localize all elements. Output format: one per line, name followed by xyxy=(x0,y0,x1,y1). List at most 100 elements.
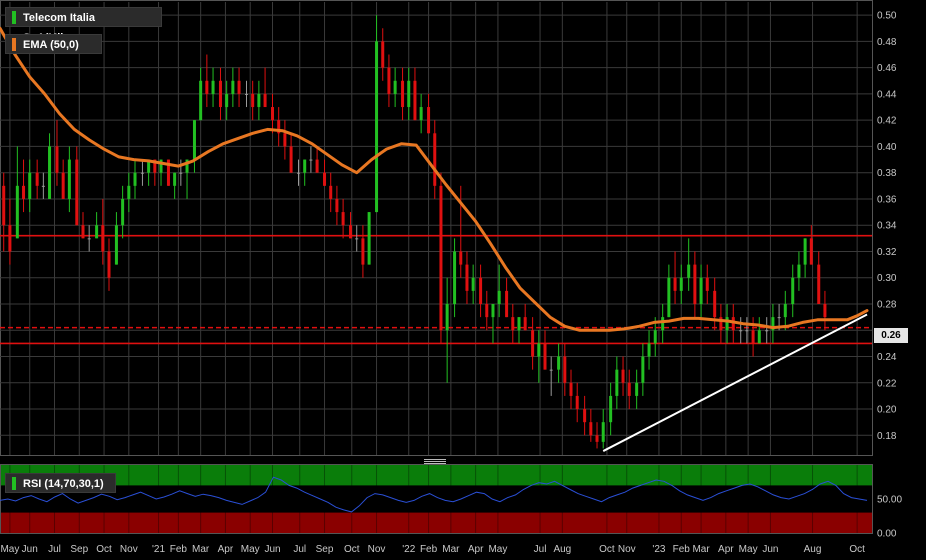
candle-body xyxy=(355,238,359,240)
candle-body xyxy=(297,172,301,174)
candle-body xyxy=(809,238,813,265)
x-tick-label: Oct xyxy=(344,544,360,555)
rsi-band xyxy=(1,512,872,533)
candle-body xyxy=(569,382,573,396)
rsi-y-tick-label: 0.00 xyxy=(877,529,897,540)
candle-body xyxy=(797,264,801,278)
candle-body xyxy=(783,304,787,318)
candle-body xyxy=(271,107,274,121)
candle-body xyxy=(289,146,293,173)
y-tick-label: 0.28 xyxy=(877,300,897,311)
candle-body xyxy=(557,356,561,370)
candle-body xyxy=(817,264,821,304)
x-tick-label: Sep xyxy=(316,544,334,555)
candle-body xyxy=(179,172,183,174)
chart-window: 0.18 0.20 0.22 0.24 0.28 0.30 0.32 0.34 0.36 0.38… xyxy=(0,0,926,560)
candle-body xyxy=(459,251,463,265)
candle-body xyxy=(401,80,405,108)
candle-body xyxy=(601,422,605,442)
rsi-panel xyxy=(0,464,873,534)
y-tick-label: 0.48 xyxy=(877,37,897,48)
candle-body xyxy=(283,133,287,147)
legend-swatch-rsi xyxy=(12,477,16,490)
candle-body xyxy=(381,41,385,68)
candle-body xyxy=(87,238,91,240)
candle-body xyxy=(205,80,209,94)
candle-body xyxy=(211,80,215,94)
candle-body xyxy=(2,185,6,226)
x-tick-label: Feb xyxy=(170,544,188,555)
y-tick-label: 0.20 xyxy=(877,405,897,416)
candle-body xyxy=(705,277,709,291)
candle-body xyxy=(323,172,327,186)
candle-body xyxy=(575,395,579,410)
candle-body xyxy=(41,185,45,187)
candle-body xyxy=(647,343,651,357)
candle-body xyxy=(199,80,203,121)
candle-body xyxy=(739,330,743,332)
candle-body xyxy=(505,290,509,318)
candle-body xyxy=(413,80,417,121)
candle-body xyxy=(28,172,32,199)
candle-body xyxy=(114,225,118,265)
candle-body xyxy=(445,304,449,331)
rsi-legend-label: RSI (14,70,30,1) xyxy=(23,478,104,490)
candle-body xyxy=(22,185,26,199)
candle-body xyxy=(661,317,665,331)
main-legend[interactable]: Telecom Italia SpA/Milano xyxy=(5,7,162,44)
candle xyxy=(439,172,443,344)
x-tick-label: Feb xyxy=(420,544,438,555)
candle-body xyxy=(387,67,391,94)
legend-swatch-ema xyxy=(12,38,16,51)
rsi-legend[interactable]: RSI (14,70,30,1) xyxy=(5,473,116,493)
candle-body xyxy=(563,356,567,383)
x-tick-label: '21 xyxy=(152,544,165,555)
candle-body xyxy=(679,277,683,291)
y-tick-label: 0.38 xyxy=(877,168,897,179)
x-tick-label: Oct xyxy=(849,544,865,555)
candle-body xyxy=(823,304,827,318)
x-tick-label: Nov xyxy=(368,544,386,555)
candle-body xyxy=(419,107,423,121)
y-tick-label: 0.30 xyxy=(877,273,897,284)
x-tick-label: Sep xyxy=(70,544,88,555)
x-tick-label: Jul xyxy=(534,544,547,555)
candle-body xyxy=(731,317,735,331)
candle-body xyxy=(251,93,255,108)
candle-body xyxy=(673,277,677,291)
candle-body xyxy=(263,93,267,108)
candle-body xyxy=(303,159,307,173)
x-tick-label: Nov xyxy=(120,544,138,555)
candle-body xyxy=(225,93,229,108)
candle-body xyxy=(765,330,769,332)
ema-legend[interactable]: EMA (50,0) xyxy=(5,34,102,54)
candle-body xyxy=(627,382,631,396)
candle-body xyxy=(375,41,379,213)
x-tick-label: Oct xyxy=(599,544,615,555)
candle-body xyxy=(309,159,313,161)
candle-body xyxy=(433,133,437,186)
candle-body xyxy=(583,409,587,423)
candle-body xyxy=(751,330,755,344)
rsi-y-tick-label: 50.00 xyxy=(877,495,902,506)
candle-body xyxy=(393,80,397,94)
candle-body xyxy=(61,172,65,199)
x-tick-label: Feb xyxy=(673,544,691,555)
y-tick-label: 0.44 xyxy=(877,89,897,100)
x-tick-label: Mar xyxy=(442,544,460,555)
candle-body xyxy=(67,159,71,199)
candle-body xyxy=(48,146,52,199)
candle-body xyxy=(244,93,248,95)
candle-body xyxy=(218,80,222,108)
candle-body xyxy=(531,330,535,357)
x-tick-label: Aug xyxy=(804,544,822,555)
x-tick-label: May xyxy=(488,544,507,555)
x-tick-label: May xyxy=(739,544,758,555)
x-tick-label: Oct xyxy=(96,544,112,555)
candle-body xyxy=(635,382,639,396)
candle-body xyxy=(745,330,749,332)
candle xyxy=(375,15,379,213)
x-tick-label: Jun xyxy=(264,544,280,555)
panel-resize-handle[interactable] xyxy=(424,458,446,466)
candle-body xyxy=(107,251,111,278)
